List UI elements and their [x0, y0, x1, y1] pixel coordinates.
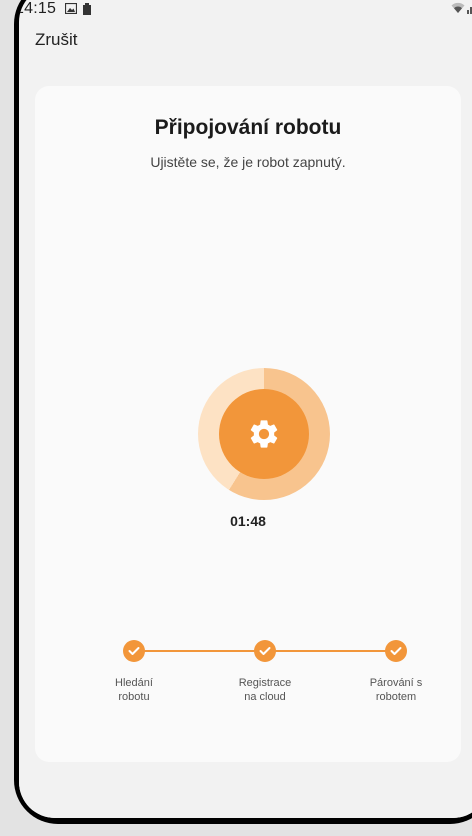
- step-3-label-line2: robotem: [375, 691, 417, 703]
- app-screen: 14:15 Zrušit Připojování robotu Ujistěte…: [19, 0, 472, 818]
- step-3-label-line1: Párování s: [369, 677, 423, 689]
- step-1-label: Hledání robotu: [89, 676, 179, 704]
- step-1-check-icon: [123, 640, 145, 662]
- spinner-core: [219, 389, 309, 479]
- wifi-icon: [451, 2, 465, 14]
- connection-card: Připojování robotu Ujistěte se, že je ro…: [35, 86, 461, 762]
- status-time: 14:15: [19, 0, 57, 17]
- gallery-icon: [65, 3, 77, 14]
- cancel-button[interactable]: Zrušit: [35, 30, 78, 50]
- signal-icon: [467, 2, 472, 14]
- page-title: Připojování robotu: [154, 116, 342, 139]
- step-1-label-line2: robotu: [118, 691, 150, 703]
- step-1-label-line1: Hledání: [115, 677, 153, 689]
- progress-spinner: [198, 368, 330, 500]
- step-3-label: Párování s robotem: [351, 676, 441, 704]
- step-2-label-line2: na cloud: [244, 691, 286, 703]
- battery-saver-icon: [82, 3, 93, 15]
- step-2-label-line1: Registrace: [238, 677, 292, 689]
- step-3-check-icon: [385, 640, 407, 662]
- countdown-timer: 01:48: [230, 513, 266, 529]
- page-subtitle: Ujistěte se, že je robot zapnutý.: [150, 154, 346, 170]
- step-2-label: Registrace na cloud: [220, 676, 310, 704]
- bottom-area: [19, 762, 472, 818]
- gear-icon: [250, 420, 278, 448]
- step-2-check-icon: [254, 640, 276, 662]
- status-bar: 14:15: [19, 0, 472, 22]
